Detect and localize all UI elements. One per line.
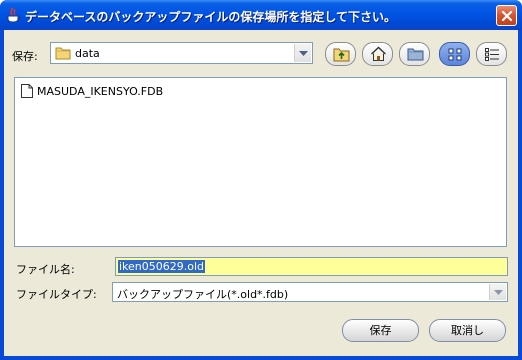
new-folder-button[interactable]: [399, 42, 430, 66]
window-title: データベースのバックアップファイルの保存場所を指定して下さい。: [25, 10, 397, 24]
filename-label: ファイル名:: [16, 263, 75, 276]
save-button[interactable]: 保存: [342, 319, 419, 342]
file-list[interactable]: MASUDA_IKENSYO.FDB: [14, 77, 507, 247]
cancel-button[interactable]: 取消し: [429, 319, 506, 342]
location-select[interactable]: data: [50, 42, 313, 64]
filetype-label: ファイルタイプ:: [16, 288, 97, 301]
file-name: MASUDA_IKENSYO.FDB: [37, 85, 164, 98]
location-value: data: [75, 47, 100, 60]
details-view-icon: [485, 48, 499, 61]
file-icon: [21, 84, 33, 98]
list-view-button[interactable]: [439, 42, 470, 66]
home-icon: [371, 46, 386, 61]
filetype-dropdown-arrow[interactable]: [489, 284, 506, 300]
chevron-down-icon: [494, 290, 503, 295]
filename-value: iken050629.old: [118, 260, 206, 273]
filetype-value: バックアップファイル(*.old*.fdb): [117, 288, 289, 301]
folder-icon: [55, 46, 71, 63]
up-folder-button[interactable]: [325, 42, 356, 66]
home-button[interactable]: [362, 42, 393, 66]
save-dialog-window: データベースのバックアップファイルの保存場所を指定して下さい。 保存: data: [0, 0, 522, 360]
filename-input[interactable]: iken050629.old: [115, 257, 508, 276]
list-view-icon: [448, 48, 462, 61]
title-bar[interactable]: データベースのバックアップファイルの保存場所を指定して下さい。: [0, 0, 522, 30]
java-app-icon: [6, 7, 21, 23]
new-folder-icon: [407, 48, 424, 61]
details-view-button[interactable]: [476, 42, 507, 66]
location-label: 保存:: [12, 50, 38, 63]
chevron-down-icon: [299, 51, 308, 56]
close-button[interactable]: [496, 5, 517, 26]
location-dropdown-arrow[interactable]: [294, 44, 311, 62]
close-icon: [501, 10, 513, 22]
up-folder-icon: [333, 48, 350, 62]
dialog-body: 保存: data MASUDA_IKENSYO.FDB ファイル名: iken0…: [4, 30, 518, 356]
filetype-select[interactable]: バックアップファイル(*.old*.fdb): [112, 282, 508, 302]
